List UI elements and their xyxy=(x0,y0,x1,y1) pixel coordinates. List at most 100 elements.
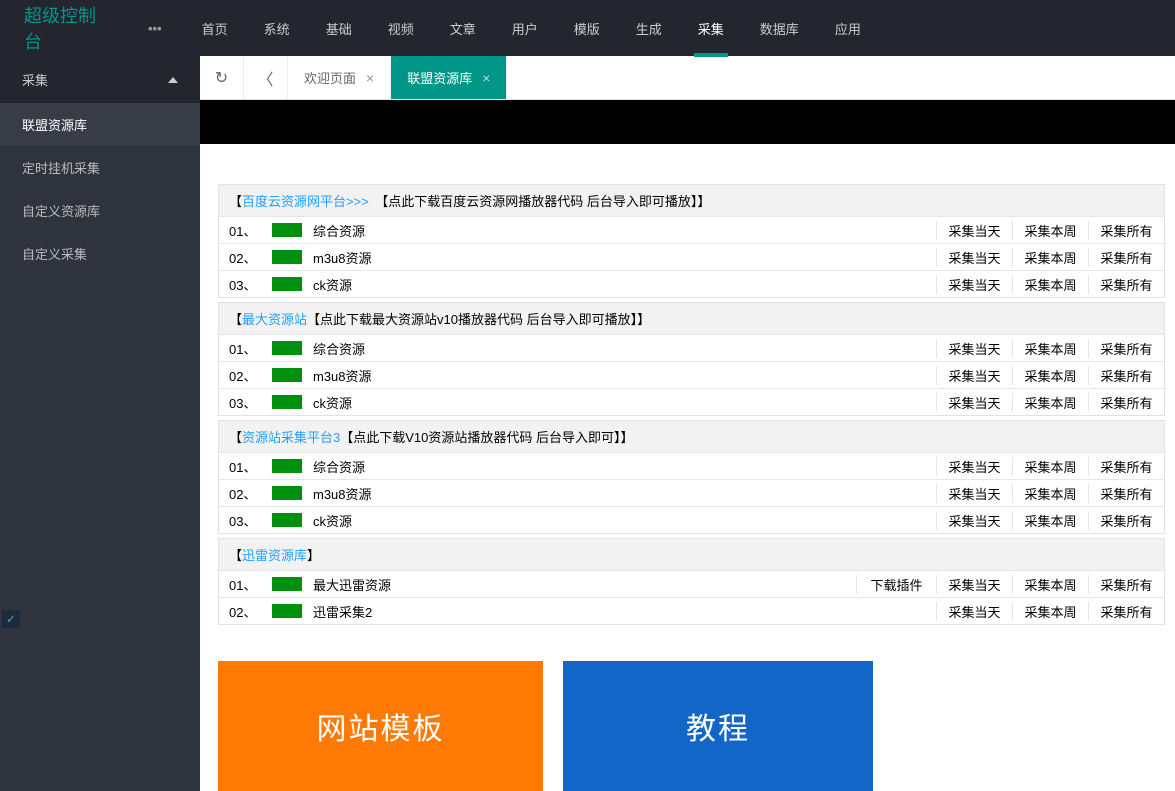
collect-action-0[interactable]: 采集当天 xyxy=(936,602,1012,621)
collect-action-1[interactable]: 采集本周 xyxy=(1012,602,1088,621)
topmenu-item-8[interactable]: 采集 xyxy=(694,1,728,56)
group-title-link[interactable]: 百度云资源网平台>>> xyxy=(242,194,369,209)
collect-action-2[interactable]: 采集所有 xyxy=(1088,275,1164,294)
badge-icon xyxy=(272,368,302,382)
collect-action-0[interactable]: 采集当天 xyxy=(936,575,1012,594)
collect-action-1[interactable]: 采集本周 xyxy=(1012,457,1088,476)
row-index: 01、 xyxy=(219,339,267,358)
promo-box-1[interactable]: 教程 xyxy=(563,661,873,791)
collect-action-0[interactable]: 采集当天 xyxy=(936,366,1012,385)
collect-action-1[interactable]: 采集本周 xyxy=(1012,248,1088,267)
table-row: 03、ck资源采集当天采集本周采集所有 xyxy=(219,388,1164,415)
collect-action-0[interactable]: 采集当天 xyxy=(936,275,1012,294)
collect-action-1[interactable]: 采集本周 xyxy=(1012,366,1088,385)
resource-name[interactable]: m3u8资源 xyxy=(307,366,936,385)
group-download-link[interactable]: 【点此下载百度云资源网播放器代码 后台导入即可播放】 xyxy=(369,194,698,209)
resource-name[interactable]: 综合资源 xyxy=(307,221,936,240)
collect-action-0[interactable]: 采集当天 xyxy=(936,457,1012,476)
topmenu-item-4[interactable]: 文章 xyxy=(446,1,480,56)
collect-action-2[interactable]: 采集所有 xyxy=(1088,484,1164,503)
collect-action-2[interactable]: 采集所有 xyxy=(1088,511,1164,530)
refresh-icon[interactable]: ↻ xyxy=(200,56,244,99)
resource-name[interactable]: ck资源 xyxy=(307,511,936,530)
download-plugin-link[interactable]: 下载插件 xyxy=(856,575,936,594)
sidebar-item-0[interactable]: 联盟资源库 xyxy=(0,103,200,146)
table-row: 01、 综合资源采集当天采集本周采集所有 xyxy=(219,334,1164,361)
status-badge xyxy=(267,577,307,591)
topmenu-item-6[interactable]: 模版 xyxy=(570,1,604,56)
group-header: 【最大资源站【点此下载最大资源站v10播放器代码 后台导入即可播放】】 xyxy=(219,303,1164,334)
badge-icon xyxy=(272,577,302,591)
collect-action-0[interactable]: 采集当天 xyxy=(936,248,1012,267)
collect-action-2[interactable]: 采集所有 xyxy=(1088,221,1164,240)
collect-action-1[interactable]: 采集本周 xyxy=(1012,484,1088,503)
resource-name[interactable]: m3u8资源 xyxy=(307,484,936,503)
promo-box-0[interactable]: 网站模板 xyxy=(218,661,543,791)
collect-action-2[interactable]: 采集所有 xyxy=(1088,366,1164,385)
resource-name[interactable]: ck资源 xyxy=(307,275,936,294)
row-index: 02、 xyxy=(219,366,267,385)
main-area: ↻ 〈 欢迎页面× 联盟资源库 × 【百度云资源网平台>>> 【点此下载百度云资源网… xyxy=(200,56,1175,791)
topmenu-item-1[interactable]: 系统 xyxy=(260,1,294,56)
topmenu-item-2[interactable]: 基础 xyxy=(322,1,356,56)
sidebar: 采集 联盟资源库定时挂机采集自定义资源库自定义采集 ✓ xyxy=(0,56,200,791)
collect-action-1[interactable]: 采集本周 xyxy=(1012,511,1088,530)
topmenu-item-5[interactable]: 用户 xyxy=(508,1,542,56)
sidebar-item-2[interactable]: 自定义资源库 xyxy=(0,189,200,232)
topmenu-item-10[interactable]: 应用 xyxy=(831,1,865,56)
close-icon[interactable]: × xyxy=(482,70,490,86)
group-title-link[interactable]: 资源站采集平台3 xyxy=(242,430,340,445)
chevron-up-icon xyxy=(168,77,178,83)
resource-name[interactable]: ck资源 xyxy=(307,393,936,412)
tab-1[interactable]: 联盟资源库 × xyxy=(391,56,507,99)
status-badge xyxy=(267,250,307,264)
more-icon[interactable]: ••• xyxy=(120,21,190,36)
resource-name[interactable]: 综合资源 xyxy=(307,339,936,358)
tab-bar: ↻ 〈 欢迎页面× 联盟资源库 × xyxy=(200,56,1175,100)
collect-action-2[interactable]: 采集所有 xyxy=(1088,602,1164,621)
collect-action-0[interactable]: 采集当天 xyxy=(936,221,1012,240)
collect-action-0[interactable]: 采集当天 xyxy=(936,393,1012,412)
status-badge xyxy=(267,368,307,382)
collect-action-0[interactable]: 采集当天 xyxy=(936,484,1012,503)
resource-name[interactable]: 综合资源 xyxy=(307,457,936,476)
collect-action-0[interactable]: 采集当天 xyxy=(936,511,1012,530)
collect-action-0[interactable]: 采集当天 xyxy=(936,339,1012,358)
row-index: 03、 xyxy=(219,275,267,294)
group-download-link[interactable]: 【点此下载V10资源站播放器代码 后台导入即可】 xyxy=(340,430,620,445)
row-index: 02、 xyxy=(219,248,267,267)
close-icon[interactable]: × xyxy=(366,70,374,86)
collect-action-1[interactable]: 采集本周 xyxy=(1012,339,1088,358)
resource-name[interactable]: 迅雷采集2 xyxy=(307,602,936,621)
group-header: 【迅雷资源库】 xyxy=(219,539,1164,570)
collect-action-1[interactable]: 采集本周 xyxy=(1012,393,1088,412)
collect-action-1[interactable]: 采集本周 xyxy=(1012,221,1088,240)
collect-action-2[interactable]: 采集所有 xyxy=(1088,393,1164,412)
sidebar-group-collect[interactable]: 采集 xyxy=(0,56,200,103)
tab-0[interactable]: 欢迎页面× xyxy=(288,56,391,99)
table-row: 02、m3u8资源采集当天采集本周采集所有 xyxy=(219,479,1164,506)
tab-prev-icon[interactable]: 〈 xyxy=(244,56,288,99)
sidebar-item-3[interactable]: 自定义采集 xyxy=(0,232,200,275)
sidebar-item-1[interactable]: 定时挂机采集 xyxy=(0,146,200,189)
collect-action-2[interactable]: 采集所有 xyxy=(1088,575,1164,594)
status-badge xyxy=(267,513,307,527)
collect-action-2[interactable]: 采集所有 xyxy=(1088,339,1164,358)
topmenu-item-7[interactable]: 生成 xyxy=(632,1,666,56)
collect-action-2[interactable]: 采集所有 xyxy=(1088,248,1164,267)
check-icon[interactable]: ✓ xyxy=(2,610,20,628)
group-header: 【百度云资源网平台>>> 【点此下载百度云资源网播放器代码 后台导入即可播放】】 xyxy=(219,185,1164,216)
group-download-link[interactable]: 【点此下载最大资源站v10播放器代码 后台导入即可播放】 xyxy=(307,312,637,327)
resource-name[interactable]: 最大迅雷资源 xyxy=(307,575,856,594)
group-title-link[interactable]: 最大资源站 xyxy=(242,312,307,327)
group-title-link[interactable]: 迅雷资源库 xyxy=(242,548,307,563)
collect-action-1[interactable]: 采集本周 xyxy=(1012,575,1088,594)
collect-action-1[interactable]: 采集本周 xyxy=(1012,275,1088,294)
resource-name[interactable]: m3u8资源 xyxy=(307,248,936,267)
badge-icon xyxy=(272,513,302,527)
topmenu-item-3[interactable]: 视频 xyxy=(384,1,418,56)
topmenu-item-9[interactable]: 数据库 xyxy=(756,1,803,56)
collect-action-2[interactable]: 采集所有 xyxy=(1088,457,1164,476)
topmenu-item-0[interactable]: 首页 xyxy=(198,1,232,56)
tab-label: 联盟资源库 xyxy=(407,68,472,87)
